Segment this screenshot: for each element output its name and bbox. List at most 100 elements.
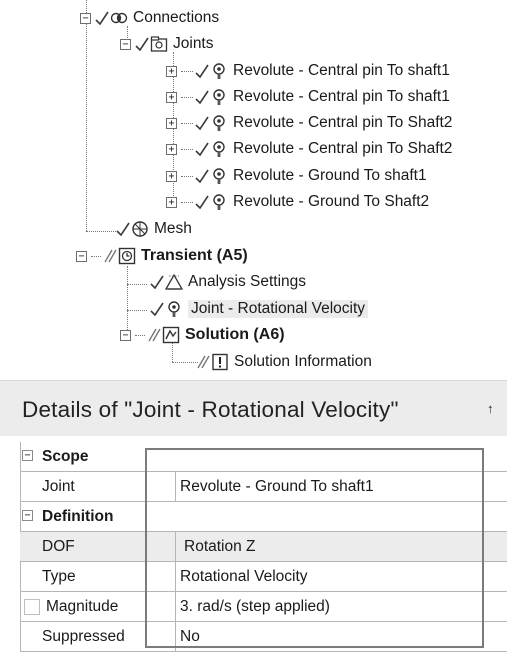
tree-node-joints[interactable]: − Joints <box>120 32 214 56</box>
revolute-joint-icon <box>213 115 225 131</box>
collapse-toggle[interactable]: − <box>120 329 131 341</box>
tree-node-joint-rotational-velocity[interactable]: Joint - Rotational Velocity <box>150 297 369 321</box>
parameter-checkbox[interactable] <box>24 599 40 615</box>
property-value[interactable]: Rotational Velocity <box>180 562 308 592</box>
property-row-magnitude[interactable]: Magnitude 3. rad/s (step applied) <box>20 592 507 622</box>
expand-toggle[interactable]: + <box>166 143 177 155</box>
tree-node-label: Solution Information <box>234 353 372 370</box>
tree-node-label: Transient (A5) <box>141 247 248 264</box>
property-value[interactable]: 3. rad/s (step applied) <box>180 592 330 622</box>
property-label: Type <box>42 568 76 585</box>
analysis-settings-icon <box>165 273 183 290</box>
solution-icon <box>162 326 180 344</box>
tree-node-joint[interactable]: + Revolute - Central pin To shaft1 <box>166 59 450 83</box>
lightning-check-icon <box>104 249 117 263</box>
check-icon <box>195 116 209 131</box>
information-icon <box>212 353 228 371</box>
details-title: Details of "Joint - Rotational Velocity" <box>22 397 399 422</box>
tree-guide <box>86 231 116 232</box>
tree-node-joint[interactable]: + Revolute - Central pin To Shaft2 <box>166 111 452 135</box>
property-label-wrap: Magnitude <box>24 592 118 622</box>
revolute-joint-icon <box>213 168 225 184</box>
category-row-definition[interactable]: − Definition <box>20 502 507 532</box>
tree-node-joint[interactable]: + Revolute - Central pin To Shaft2 <box>166 137 452 161</box>
revolute-joint-icon <box>213 63 225 79</box>
column-divider <box>175 622 176 652</box>
property-row-suppressed[interactable]: Suppressed No <box>20 622 507 652</box>
tree-node-analysis-settings[interactable]: Analysis Settings <box>150 270 306 294</box>
check-icon <box>116 222 130 237</box>
collapse-toggle[interactable]: − <box>80 12 91 24</box>
tree-node-label: Joint - Rotational Velocity <box>188 300 369 318</box>
details-panel: Details of "Joint - Rotational Velocity"… <box>0 380 507 660</box>
property-label: Joint <box>42 478 75 495</box>
check-icon <box>150 302 164 317</box>
check-icon <box>195 195 209 210</box>
tree-node-label: Joints <box>173 35 214 52</box>
tree-node-transient[interactable]: − Transient (A5) <box>76 244 248 268</box>
category-label: Definition <box>42 508 114 525</box>
property-row-dof[interactable]: DOF Rotation Z <box>20 532 507 562</box>
property-label: DOF <box>42 538 75 555</box>
property-value[interactable]: No <box>180 622 200 652</box>
check-icon <box>195 64 209 79</box>
tree-node-mesh[interactable]: Mesh <box>116 217 192 241</box>
lightning-check-icon <box>148 328 161 342</box>
expand-toggle[interactable]: + <box>166 170 177 182</box>
connections-icon <box>110 12 128 24</box>
column-divider <box>175 592 176 622</box>
check-icon <box>135 37 149 52</box>
collapse-toggle[interactable]: − <box>120 38 131 50</box>
expand-toggle[interactable]: + <box>166 196 177 208</box>
column-divider <box>175 472 176 502</box>
check-icon <box>150 275 164 290</box>
details-header: Details of "Joint - Rotational Velocity"… <box>0 380 507 436</box>
tree-node-label: Revolute - Central pin To Shaft2 <box>233 140 453 157</box>
check-icon <box>195 169 209 184</box>
tree-node-label: Connections <box>133 9 220 26</box>
property-label: Suppressed <box>42 628 125 645</box>
property-label: Magnitude <box>46 598 119 615</box>
collapse-toggle[interactable]: − <box>22 510 33 521</box>
expand-toggle[interactable]: + <box>166 65 177 77</box>
tree-node-label: Revolute - Central pin To Shaft2 <box>233 114 453 131</box>
pin-icon[interactable]: ↑ <box>487 401 494 416</box>
collapse-toggle[interactable]: − <box>22 450 33 461</box>
column-divider <box>175 562 176 592</box>
property-value[interactable]: Revolute - Ground To shaft1 <box>180 472 374 502</box>
check-icon <box>195 90 209 105</box>
tree-guide <box>86 0 87 231</box>
property-row-type[interactable]: Type Rotational Velocity <box>20 562 507 592</box>
property-value[interactable]: Rotation Z <box>184 532 256 562</box>
details-grid: − Scope Joint Revolute - Ground To shaft… <box>20 442 507 658</box>
tree-node-joint[interactable]: + Revolute - Ground To shaft1 <box>166 164 427 188</box>
tree-node-label: Solution (A6) <box>185 326 285 343</box>
tree-node-label: Revolute - Ground To shaft1 <box>233 167 427 184</box>
tree-node-label: Revolute - Ground To Shaft2 <box>233 193 430 210</box>
property-row-joint[interactable]: Joint Revolute - Ground To shaft1 <box>20 472 507 502</box>
category-row-scope[interactable]: − Scope <box>20 442 507 472</box>
lightning-check-icon <box>197 355 210 369</box>
tree-node-connections[interactable]: − Connections <box>80 6 219 30</box>
collapse-toggle[interactable]: − <box>76 250 87 262</box>
tree-node-label: Analysis Settings <box>188 273 307 290</box>
outline-tree: − Connections − Joints + Revolute - Cent… <box>0 0 507 378</box>
expand-toggle[interactable]: + <box>166 91 177 103</box>
revolute-joint-icon <box>213 194 225 210</box>
tree-node-label: Revolute - Central pin To shaft1 <box>233 62 450 79</box>
expand-toggle[interactable]: + <box>166 117 177 129</box>
transient-analysis-icon <box>118 247 136 265</box>
tree-node-joint[interactable]: + Revolute - Ground To Shaft2 <box>166 190 429 214</box>
category-label: Scope <box>42 448 89 465</box>
revolute-joint-icon <box>213 141 225 157</box>
folder-icon <box>150 36 168 52</box>
tree-node-solution[interactable]: − Solution (A6) <box>120 323 285 347</box>
tree-node-solution-information[interactable]: Solution Information <box>196 350 372 374</box>
tree-node-label: Revolute - Central pin To shaft1 <box>233 88 450 105</box>
tree-node-joint[interactable]: + Revolute - Central pin To shaft1 <box>166 85 450 109</box>
tree-node-label: Mesh <box>154 220 192 237</box>
revolute-joint-icon <box>213 89 225 105</box>
joint-load-icon <box>168 301 180 317</box>
check-icon <box>95 11 109 26</box>
tree-guide <box>172 362 198 363</box>
